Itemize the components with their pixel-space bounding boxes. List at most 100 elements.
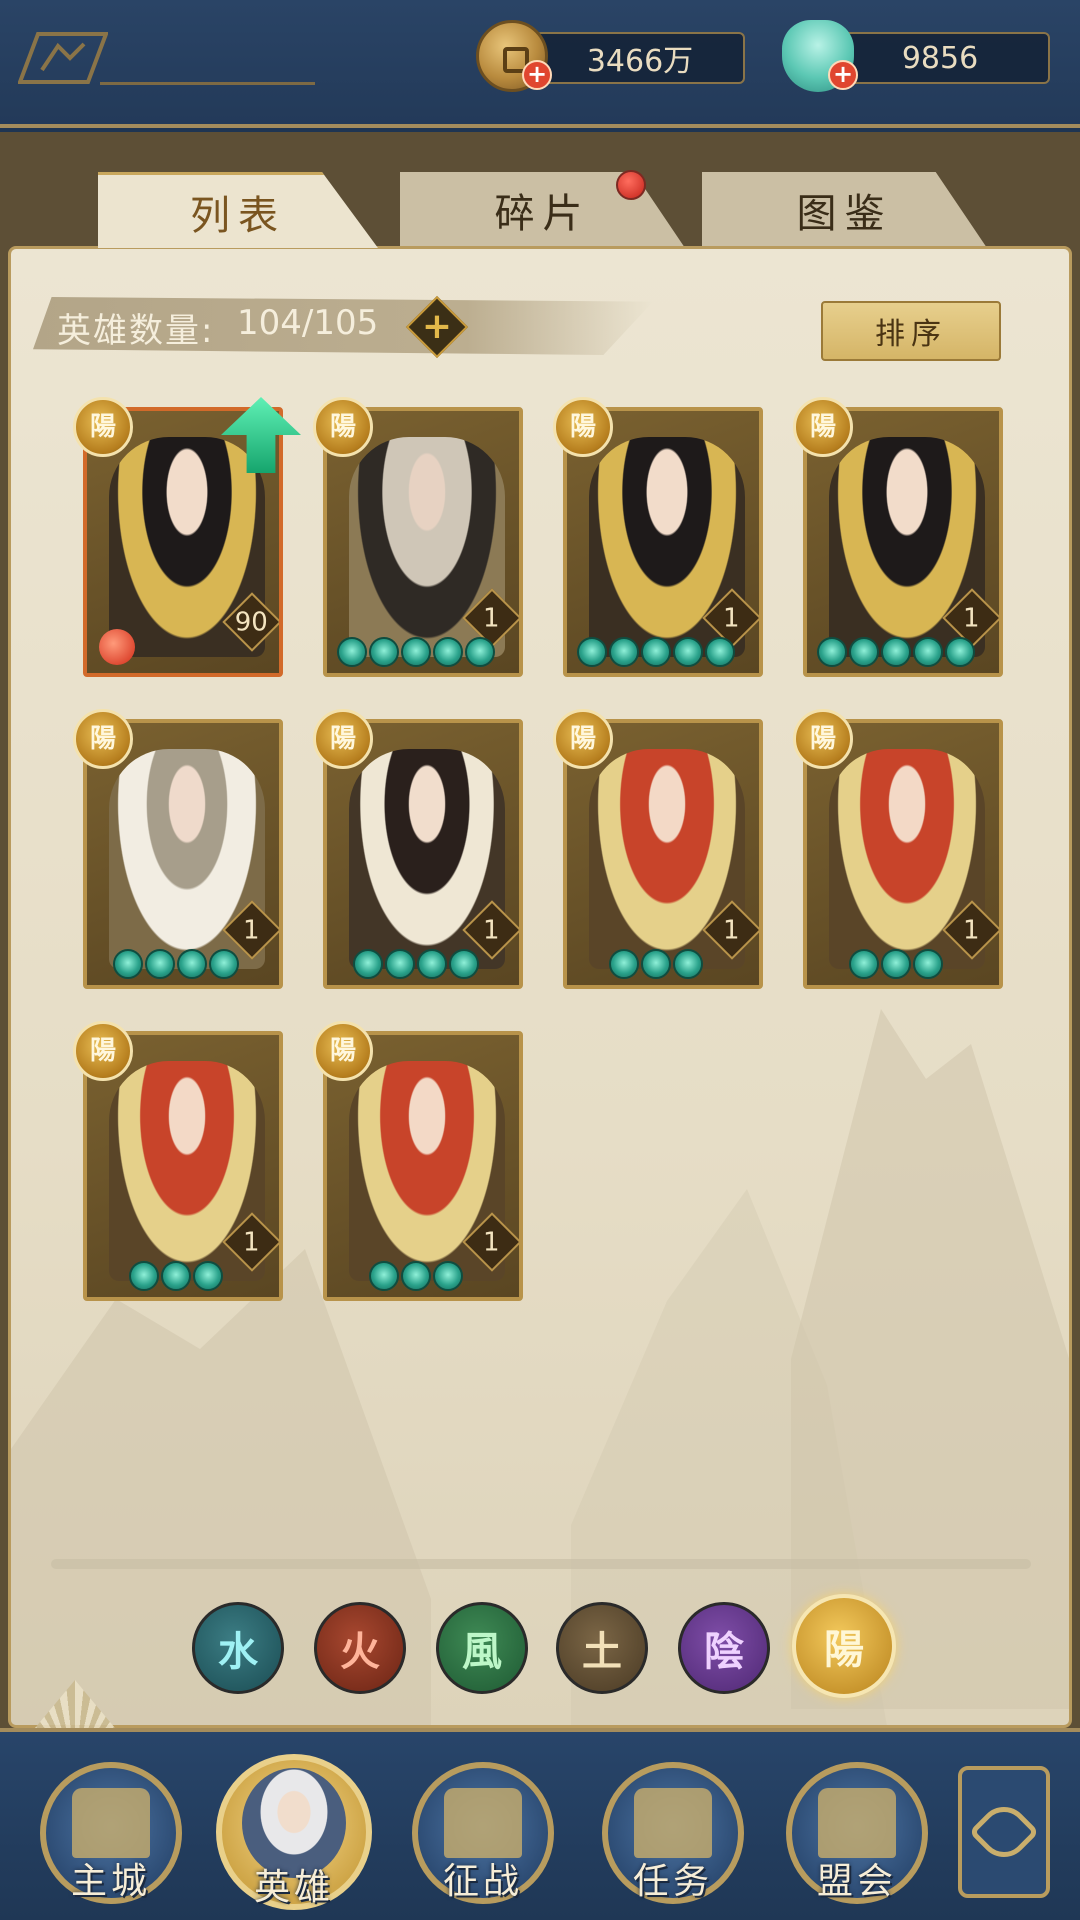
ink-ground-line xyxy=(51,1559,1031,1569)
star-icon xyxy=(369,637,399,667)
star-icon xyxy=(913,637,943,667)
fire-element-icon: 火 xyxy=(340,1629,380,1675)
star-icon xyxy=(145,949,175,979)
tab-fragments-label: 碎片 xyxy=(494,191,591,237)
earth-filter-button[interactable]: 土 xyxy=(556,1602,648,1694)
nav-main-city[interactable]: 主城 xyxy=(40,1762,182,1904)
star-rating xyxy=(577,637,735,667)
notification-dot xyxy=(616,170,646,200)
star-icon xyxy=(849,949,879,979)
yin-element-icon: 陰 xyxy=(704,1629,744,1675)
star-icon xyxy=(433,637,463,667)
hero-level: 1 xyxy=(723,915,740,946)
hero-level: 1 xyxy=(963,603,980,634)
tab-list-label: 列表 xyxy=(190,192,286,239)
flame-mark-icon xyxy=(99,629,135,665)
star-icon xyxy=(401,637,431,667)
star-icon xyxy=(193,1261,223,1291)
fire-filter-button[interactable]: 火 xyxy=(314,1602,406,1694)
star-icon xyxy=(913,949,943,979)
yang-element-icon: 陽 xyxy=(313,709,373,769)
star-rating xyxy=(849,949,943,979)
star-icon xyxy=(161,1261,191,1291)
star-icon xyxy=(705,637,735,667)
coin-balance: 3466万 xyxy=(535,32,745,84)
sort-button[interactable]: 排序 xyxy=(821,301,1001,361)
bottom-navigation: 主城 英雄 征战 任务 盟会 xyxy=(0,1728,1080,1920)
star-icon xyxy=(113,949,143,979)
star-rating xyxy=(369,1261,463,1291)
yang-element-icon: 陽 xyxy=(553,709,613,769)
star-icon xyxy=(465,637,495,667)
wind-filter-button[interactable]: 風 xyxy=(436,1602,528,1694)
sort-button-label: 排序 xyxy=(875,317,947,352)
more-menu-button[interactable] xyxy=(958,1766,1050,1898)
star-icon xyxy=(385,949,415,979)
nav-guild[interactable]: 盟会 xyxy=(786,1762,928,1904)
star-icon xyxy=(849,637,879,667)
yin-filter-button[interactable]: 陰 xyxy=(678,1602,770,1694)
yang-element-icon: 陽 xyxy=(73,709,133,769)
yang-element-icon: 陽 xyxy=(73,1021,133,1081)
star-icon xyxy=(609,637,639,667)
star-icon xyxy=(177,949,207,979)
topbar-divider xyxy=(100,82,315,85)
yang-element-icon: 陽 xyxy=(73,397,133,457)
star-icon xyxy=(209,949,239,979)
hero-level: 90 xyxy=(234,607,268,638)
wind-element-icon: 風 xyxy=(462,1629,502,1675)
clover-menu-icon xyxy=(968,1796,1040,1868)
star-rating xyxy=(337,637,495,667)
yang-element-icon: 陽 xyxy=(793,709,853,769)
hero-level: 1 xyxy=(243,915,260,946)
water-filter-button[interactable]: 水 xyxy=(192,1602,284,1694)
nav-quests[interactable]: 任务 xyxy=(602,1762,744,1904)
star-icon xyxy=(337,637,367,667)
yang-filter-button[interactable]: 陽 xyxy=(792,1594,896,1698)
star-icon xyxy=(641,949,671,979)
star-rating xyxy=(129,1261,223,1291)
city-gate-icon xyxy=(72,1788,150,1858)
yang-element-icon: 陽 xyxy=(793,397,853,457)
nav-campaign-label: 征战 xyxy=(442,1861,523,1902)
nav-quests-label: 任务 xyxy=(632,1861,713,1902)
coin-amount: 3466万 xyxy=(586,44,694,79)
hero-level: 1 xyxy=(723,603,740,634)
star-icon xyxy=(881,637,911,667)
plus-icon: + xyxy=(421,306,453,347)
nav-heroes[interactable]: 英雄 xyxy=(216,1754,372,1910)
yang-element-icon: 陽 xyxy=(313,397,373,457)
shell-amount: 9856 xyxy=(901,40,979,76)
yang-element-icon: 陽 xyxy=(553,397,613,457)
star-icon xyxy=(577,637,607,667)
star-icon xyxy=(433,1261,463,1291)
star-icon xyxy=(401,1261,431,1291)
earth-element-icon: 土 xyxy=(582,1629,622,1675)
hero-level: 1 xyxy=(483,603,500,634)
add-coins-button[interactable]: + xyxy=(522,60,552,90)
hero-level: 1 xyxy=(483,1227,500,1258)
hero-count-label: 英雄数量: xyxy=(57,311,215,351)
war-horn-icon xyxy=(444,1788,522,1858)
water-element-icon: 水 xyxy=(218,1629,258,1675)
star-rating xyxy=(609,949,703,979)
star-icon xyxy=(641,637,671,667)
hero-level: 1 xyxy=(483,915,500,946)
yang-element-icon: 陽 xyxy=(824,1627,864,1673)
star-rating xyxy=(113,949,239,979)
star-icon xyxy=(353,949,383,979)
star-icon xyxy=(609,949,639,979)
yang-element-icon: 陽 xyxy=(313,1021,373,1081)
star-icon xyxy=(881,949,911,979)
nav-guild-label: 盟会 xyxy=(816,1861,897,1902)
nav-campaign[interactable]: 征战 xyxy=(412,1762,554,1904)
star-icon xyxy=(945,637,975,667)
star-rating xyxy=(817,637,975,667)
star-icon xyxy=(817,637,847,667)
pavilion-icon xyxy=(818,1788,896,1858)
star-icon xyxy=(129,1261,159,1291)
star-icon xyxy=(417,949,447,979)
add-shells-button[interactable]: + xyxy=(828,60,858,90)
star-icon xyxy=(449,949,479,979)
hero-count-value: 104/105 xyxy=(237,303,379,343)
